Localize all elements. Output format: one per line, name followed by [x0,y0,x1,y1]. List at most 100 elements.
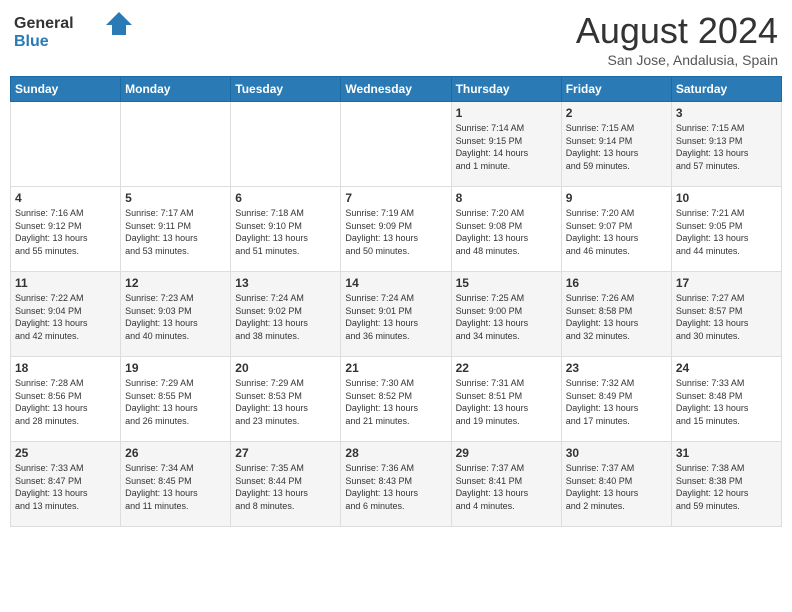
calendar-day-cell: 3 Sunrise: 7:15 AM Sunset: 9:13 PM Daylig… [671,102,781,187]
day-info: Sunrise: 7:15 AM Sunset: 9:13 PM Dayligh… [676,122,777,172]
day-info: Sunrise: 7:24 AM Sunset: 9:01 PM Dayligh… [345,292,446,342]
day-info: Sunrise: 7:24 AM Sunset: 9:02 PM Dayligh… [235,292,336,342]
day-info: Sunrise: 7:14 AM Sunset: 9:15 PM Dayligh… [456,122,557,172]
calendar-day-cell: 13 Sunrise: 7:24 AM Sunset: 9:02 PM Dayli… [231,272,341,357]
day-info: Sunrise: 7:19 AM Sunset: 9:09 PM Dayligh… [345,207,446,257]
calendar-day-cell: 1 Sunrise: 7:14 AM Sunset: 9:15 PM Daylig… [451,102,561,187]
calendar-week-row: 18 Sunrise: 7:28 AM Sunset: 8:56 PM Dayli… [11,357,782,442]
day-info: Sunrise: 7:16 AM Sunset: 9:12 PM Dayligh… [15,207,116,257]
day-info: Sunrise: 7:20 AM Sunset: 9:08 PM Dayligh… [456,207,557,257]
calendar-week-row: 25Sunrise: 7:33 AM Sunset: 8:47 PM Dayli… [11,442,782,527]
calendar-day-cell: 18 Sunrise: 7:28 AM Sunset: 8:56 PM Dayli… [11,357,121,442]
day-number: 1 [456,106,557,120]
calendar-day-cell: 12 Sunrise: 7:23 AM Sunset: 9:03 PM Dayli… [121,272,231,357]
day-of-week-header: Friday [561,77,671,102]
calendar-day-cell: 30Sunrise: 7:37 AM Sunset: 8:40 PM Dayli… [561,442,671,527]
day-info: Sunrise: 7:18 AM Sunset: 9:10 PM Dayligh… [235,207,336,257]
day-number: 12 [125,276,226,290]
calendar-day-cell: 23 Sunrise: 7:32 AM Sunset: 8:49 PM Dayli… [561,357,671,442]
calendar-day-cell: 21Sunrise: 7:30 AM Sunset: 8:52 PM Dayli… [341,357,451,442]
calendar-day-cell: 16 Sunrise: 7:26 AM Sunset: 8:58 PM Dayli… [561,272,671,357]
day-info: Sunrise: 7:37 AM Sunset: 8:41 PM Dayligh… [456,462,557,512]
day-number: 24 [676,361,777,375]
calendar-day-cell: 19 Sunrise: 7:29 AM Sunset: 8:55 PM Dayli… [121,357,231,442]
calendar-day-cell: 31 Sunrise: 7:38 AM Sunset: 8:38 PM Dayli… [671,442,781,527]
day-of-week-header: Thursday [451,77,561,102]
calendar-day-cell [121,102,231,187]
calendar-day-cell: 24 Sunrise: 7:33 AM Sunset: 8:48 PM Dayli… [671,357,781,442]
day-of-week-header: Sunday [11,77,121,102]
calendar-day-cell: 20 Sunrise: 7:29 AM Sunset: 8:53 PM Dayli… [231,357,341,442]
day-number: 19 [125,361,226,375]
day-info: Sunrise: 7:35 AM Sunset: 8:44 PM Dayligh… [235,462,336,512]
day-number: 13 [235,276,336,290]
svg-text:Blue: Blue [14,33,49,50]
day-number: 21 [345,361,446,375]
day-info: Sunrise: 7:33 AM Sunset: 8:48 PM Dayligh… [676,377,777,427]
day-number: 18 [15,361,116,375]
calendar-day-cell: 25Sunrise: 7:33 AM Sunset: 8:47 PM Dayli… [11,442,121,527]
calendar-day-cell: 28Sunrise: 7:36 AM Sunset: 8:43 PM Dayli… [341,442,451,527]
day-number: 5 [125,191,226,205]
day-of-week-header: Tuesday [231,77,341,102]
calendar-day-cell: 4Sunrise: 7:16 AM Sunset: 9:12 PM Daylig… [11,187,121,272]
calendar-day-cell: 9Sunrise: 7:20 AM Sunset: 9:07 PM Daylig… [561,187,671,272]
calendar-day-cell: 26 Sunrise: 7:34 AM Sunset: 8:45 PM Dayli… [121,442,231,527]
day-info: Sunrise: 7:28 AM Sunset: 8:56 PM Dayligh… [15,377,116,427]
day-info: Sunrise: 7:29 AM Sunset: 8:55 PM Dayligh… [125,377,226,427]
day-info: Sunrise: 7:31 AM Sunset: 8:51 PM Dayligh… [456,377,557,427]
day-number: 27 [235,446,336,460]
calendar-day-cell [11,102,121,187]
day-info: Sunrise: 7:27 AM Sunset: 8:57 PM Dayligh… [676,292,777,342]
day-info: Sunrise: 7:32 AM Sunset: 8:49 PM Dayligh… [566,377,667,427]
logo-svg-full: General Blue [14,10,134,55]
calendar-day-cell: 22 Sunrise: 7:31 AM Sunset: 8:51 PM Dayli… [451,357,561,442]
calendar-table: SundayMondayTuesdayWednesdayThursdayFrid… [10,76,782,527]
day-info: Sunrise: 7:25 AM Sunset: 9:00 PM Dayligh… [456,292,557,342]
day-info: Sunrise: 7:26 AM Sunset: 8:58 PM Dayligh… [566,292,667,342]
calendar-day-cell: 14 Sunrise: 7:24 AM Sunset: 9:01 PM Dayli… [341,272,451,357]
day-info: Sunrise: 7:33 AM Sunset: 8:47 PM Dayligh… [15,462,116,512]
location: San Jose, Andalusia, Spain [576,52,778,68]
day-number: 16 [566,276,667,290]
day-number: 17 [676,276,777,290]
calendar-week-row: 4Sunrise: 7:16 AM Sunset: 9:12 PM Daylig… [11,187,782,272]
calendar-day-cell: 2Sunrise: 7:15 AM Sunset: 9:14 PM Daylig… [561,102,671,187]
calendar-day-cell: 11Sunrise: 7:22 AM Sunset: 9:04 PM Dayli… [11,272,121,357]
day-number: 29 [456,446,557,460]
calendar-day-cell: 17 Sunrise: 7:27 AM Sunset: 8:57 PM Dayli… [671,272,781,357]
calendar-day-cell: 15 Sunrise: 7:25 AM Sunset: 9:00 PM Dayli… [451,272,561,357]
calendar-week-row: 11Sunrise: 7:22 AM Sunset: 9:04 PM Dayli… [11,272,782,357]
day-number: 31 [676,446,777,460]
calendar-day-cell: 7Sunrise: 7:19 AM Sunset: 9:09 PM Daylig… [341,187,451,272]
calendar-header-row: SundayMondayTuesdayWednesdayThursdayFrid… [11,77,782,102]
day-number: 22 [456,361,557,375]
calendar-day-cell: 29 Sunrise: 7:37 AM Sunset: 8:41 PM Dayli… [451,442,561,527]
day-of-week-header: Wednesday [341,77,451,102]
day-info: Sunrise: 7:23 AM Sunset: 9:03 PM Dayligh… [125,292,226,342]
title-area: August 2024 San Jose, Andalusia, Spain [576,10,778,68]
day-number: 20 [235,361,336,375]
month-title: August 2024 [576,10,778,52]
day-number: 14 [345,276,446,290]
calendar-day-cell: 5 Sunrise: 7:17 AM Sunset: 9:11 PM Daylig… [121,187,231,272]
calendar-day-cell [341,102,451,187]
day-number: 2 [566,106,667,120]
day-number: 3 [676,106,777,120]
logo: General Blue [14,10,134,55]
day-info: Sunrise: 7:38 AM Sunset: 8:38 PM Dayligh… [676,462,777,512]
day-info: Sunrise: 7:37 AM Sunset: 8:40 PM Dayligh… [566,462,667,512]
calendar-day-cell: 6 Sunrise: 7:18 AM Sunset: 9:10 PM Daylig… [231,187,341,272]
day-info: Sunrise: 7:34 AM Sunset: 8:45 PM Dayligh… [125,462,226,512]
day-number: 10 [676,191,777,205]
day-number: 6 [235,191,336,205]
day-info: Sunrise: 7:29 AM Sunset: 8:53 PM Dayligh… [235,377,336,427]
day-number: 28 [345,446,446,460]
day-number: 26 [125,446,226,460]
day-info: Sunrise: 7:17 AM Sunset: 9:11 PM Dayligh… [125,207,226,257]
day-number: 15 [456,276,557,290]
day-number: 8 [456,191,557,205]
day-number: 23 [566,361,667,375]
day-info: Sunrise: 7:21 AM Sunset: 9:05 PM Dayligh… [676,207,777,257]
calendar-day-cell: 27 Sunrise: 7:35 AM Sunset: 8:44 PM Dayli… [231,442,341,527]
